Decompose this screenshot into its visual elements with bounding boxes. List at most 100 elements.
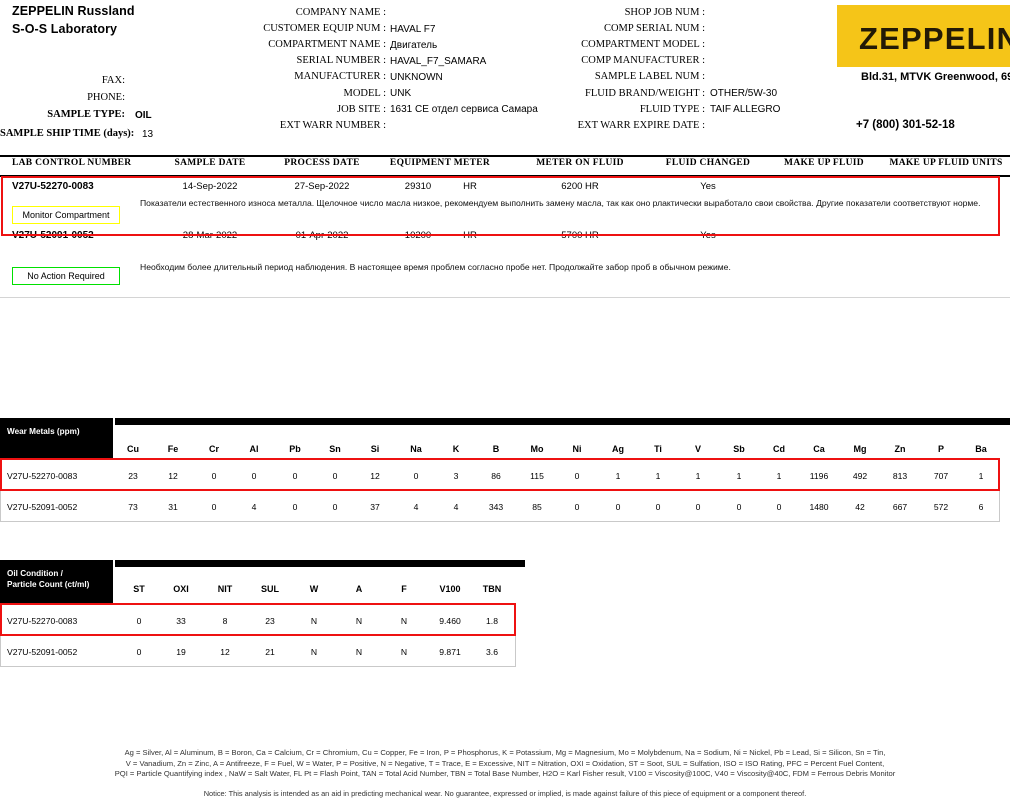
data-cell: 0: [136, 647, 142, 657]
row-label: V27U-52091-0052: [7, 647, 78, 657]
column-header-Al: Al: [249, 444, 259, 454]
table-top-bar: [115, 560, 525, 567]
lab-col-header-0: LAB CONTROL NUMBER: [12, 158, 132, 168]
row-rule: [0, 521, 1000, 522]
data-cell: 572: [933, 502, 949, 512]
equipment-meter-unit: HR: [463, 230, 477, 241]
lab-col-header-2: PROCESS DATE: [284, 158, 360, 168]
column-header-Ni: Ni: [572, 444, 582, 454]
column-header-Zn: Zn: [894, 444, 906, 454]
right-field-label-7: EXT WARR EXPIRE DATE :: [577, 119, 705, 131]
lab-col-header-5: FLUID CHANGED: [665, 158, 751, 168]
data-cell: 42: [855, 502, 865, 512]
section-divider: [0, 297, 1010, 298]
column-header-B: B: [492, 444, 500, 454]
data-cell: 1: [978, 471, 984, 481]
data-cell: 0: [574, 471, 580, 481]
data-cell: 33: [176, 616, 186, 626]
status-badge[interactable]: No Action Required: [8, 263, 120, 285]
data-cell: N: [355, 647, 363, 657]
status-badge-inner: Monitor Compartment: [12, 206, 120, 224]
data-cell: 667: [892, 502, 908, 512]
table-top-bar: [115, 418, 1010, 425]
column-header-Fe: Fe: [167, 444, 179, 454]
data-cell: 12: [168, 471, 178, 481]
data-cell: 707: [933, 471, 949, 481]
column-header-TBN: TBN: [482, 584, 502, 594]
sample-date: 14-Sep-2022: [182, 181, 238, 192]
right-field-label-1: COMP SERIAL NUM :: [603, 23, 705, 35]
data-cell: 1: [776, 471, 782, 481]
right-field-value-5: OTHER/5W-30: [710, 88, 778, 99]
status-badge-fill: No Action Required: [12, 267, 120, 285]
data-cell: 86: [491, 471, 501, 481]
data-cell: 0: [251, 471, 257, 481]
data-cell: 0: [211, 471, 217, 481]
data-cell: 0: [655, 502, 661, 512]
status-badge-label: Monitor Compartment: [22, 210, 110, 220]
table-top-rule: [0, 155, 1010, 157]
data-cell: 9.871: [439, 647, 461, 657]
column-header-W: W: [309, 584, 319, 594]
data-cell: 0: [574, 502, 580, 512]
data-cell: 0: [136, 616, 142, 626]
column-header-V: V: [694, 444, 702, 454]
data-cell: 0: [413, 471, 419, 481]
data-cell: 1: [736, 471, 742, 481]
data-cell: N: [310, 647, 318, 657]
column-header-Mg: Mg: [853, 444, 867, 454]
lab-row-comment: Показатели естественного износа металла.…: [140, 198, 981, 208]
lab-control-column-headers: LAB CONTROL NUMBER SAMPLE DATE PROCESS DAT…: [0, 158, 1010, 173]
data-cell: 1: [695, 471, 701, 481]
wear-metals-table: Wear Metals (ppm) Cu Fe Cr Al Pb Sn Si Na K B Mo Ni A…: [0, 418, 1010, 522]
column-header-Ba: Ba: [975, 444, 987, 454]
data-cell: N: [400, 647, 408, 657]
column-header-Na: Na: [410, 444, 422, 454]
table-key-title-line2: Particle Count (ct/ml): [7, 580, 90, 589]
report-footer: Ag = Silver, Al = Aluminum, B = Boron, C…: [0, 748, 1010, 799]
zeppelin-logo: ZEPPELIN: [837, 5, 1010, 67]
equipment-meter: 29310: [404, 181, 432, 192]
table-left-border: [0, 603, 1, 666]
table-header-rule: [0, 175, 1010, 177]
data-cell: 0: [211, 502, 217, 512]
column-header-NIT: NIT: [217, 584, 233, 594]
row-label: V27U-52270-0083: [7, 616, 78, 626]
lab-phone: +7 (800) 301-52-18: [856, 119, 955, 131]
data-cell: N: [400, 616, 408, 626]
legend-line-2: V = Vanadium, Zn = Zinc, A = Antifreeze,…: [125, 758, 885, 768]
report-page: ZEPPELIN Russland S-O-S Laboratory FAX: P…: [0, 0, 1010, 811]
data-cell: 37: [370, 502, 380, 512]
data-cell: 85: [532, 502, 542, 512]
data-cell: 23: [265, 616, 275, 626]
data-cell: 0: [695, 502, 701, 512]
status-badge[interactable]: Monitor Compartment: [8, 202, 120, 224]
process-date: 27-Sep-2022: [294, 181, 350, 192]
data-cell: 1.8: [486, 616, 498, 626]
lab-col-header-1: SAMPLE DATE: [174, 158, 246, 168]
data-cell: 492: [852, 471, 868, 481]
lab-control-number: V27U-52270-0083: [12, 181, 94, 192]
data-cell: 0: [332, 502, 338, 512]
row-rule: [0, 490, 1000, 491]
meter-on-fluid: 5700 HR: [561, 230, 599, 241]
sample-date: 28-Mar-2022: [182, 230, 238, 241]
status-badge-label: No Action Required: [27, 271, 105, 281]
column-header-Mo: Mo: [530, 444, 544, 454]
data-cell: 1480: [809, 502, 829, 512]
data-cell: 0: [292, 502, 298, 512]
data-cell: 12: [370, 471, 380, 481]
report-header: ZEPPELIN Russland S-O-S Laboratory FAX: P…: [0, 0, 1010, 152]
header-rule: [0, 603, 516, 604]
table-key-title-line1: Oil Condition /: [7, 569, 63, 578]
column-header-ST: ST: [133, 584, 145, 594]
column-header-SUL: SUL: [261, 584, 279, 594]
right-field-label-4: SAMPLE LABEL NUM :: [594, 71, 705, 83]
oil-condition-table: Oil Condition / Particle Count (ct/ml) ST O…: [0, 560, 525, 667]
table-key-header: [0, 418, 113, 458]
data-cell: 0: [292, 471, 298, 481]
legend-line-1: Ag = Silver, Al = Aluminum, B = Boron, C…: [124, 748, 886, 757]
legend-line-3: PQI = Particle Quantifying index , NaW =…: [114, 769, 896, 779]
data-cell: 4: [413, 502, 419, 512]
right-field-label-6: FLUID TYPE :: [639, 103, 705, 115]
